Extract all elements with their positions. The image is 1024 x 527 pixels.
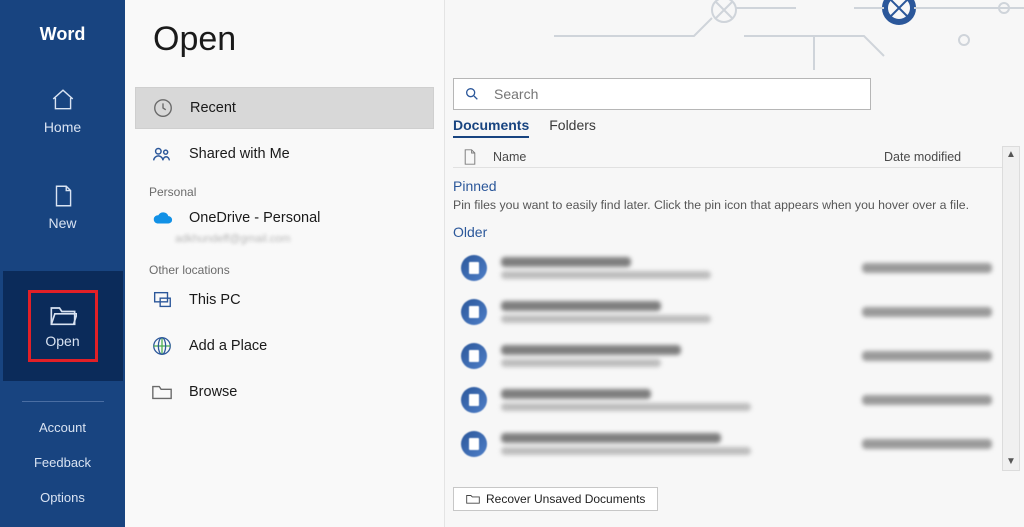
nav-open-selected[interactable]: Open <box>3 271 123 381</box>
word-doc-icon <box>461 343 487 369</box>
source-onedrive[interactable]: OneDrive - Personal <box>135 201 434 235</box>
section-older: Older <box>453 224 487 240</box>
folder-open-icon <box>49 303 77 327</box>
tab-documents[interactable]: Documents <box>453 114 529 138</box>
col-name[interactable]: Name <box>493 150 884 164</box>
nav-sidebar: Word Home New Open Account Feedback Opti… <box>0 0 125 527</box>
word-doc-icon <box>461 387 487 413</box>
recover-unsaved-button[interactable]: Recover Unsaved Documents <box>453 487 658 511</box>
scrollbar[interactable]: ▲ ▼ <box>1002 146 1020 471</box>
nav-home[interactable]: Home <box>0 75 125 145</box>
source-onedrive-label: OneDrive - Personal <box>189 210 320 226</box>
pinned-hint: Pin files you want to easily find later.… <box>453 198 969 212</box>
source-onedrive-sub: adkhundeff@gmail.com <box>175 233 444 253</box>
nav-open-label: Open <box>45 333 79 349</box>
file-row[interactable] <box>453 378 992 422</box>
clock-icon <box>150 95 176 121</box>
word-doc-icon <box>461 255 487 281</box>
source-shared[interactable]: Shared with Me <box>135 133 434 175</box>
tab-folders[interactable]: Folders <box>549 114 596 138</box>
nav-open-highlight: Open <box>28 290 98 362</box>
group-personal: Personal <box>135 181 444 201</box>
nav-new[interactable]: New <box>0 171 125 241</box>
source-add-place[interactable]: Add a Place <box>135 325 434 367</box>
app-brand: Word <box>40 24 86 45</box>
pc-icon <box>149 287 175 313</box>
scroll-down-icon[interactable]: ▼ <box>1003 454 1019 470</box>
file-row[interactable] <box>453 334 992 378</box>
nav-divider <box>22 401 104 402</box>
scroll-up-icon[interactable]: ▲ <box>1003 147 1019 163</box>
folder-recover-icon <box>466 493 480 505</box>
nav-feedback[interactable]: Feedback <box>0 445 125 480</box>
doc-icon <box>463 149 477 165</box>
search-box[interactable] <box>453 78 871 110</box>
search-icon <box>464 86 480 102</box>
add-place-icon <box>149 333 175 359</box>
nav-home-label: Home <box>44 119 81 135</box>
column-headers: Name Date modified <box>453 146 1004 168</box>
source-browse-label: Browse <box>189 384 237 400</box>
col-date[interactable]: Date modified <box>884 150 1004 164</box>
word-doc-icon <box>461 299 487 325</box>
folder-icon <box>149 379 175 405</box>
source-this-pc[interactable]: This PC <box>135 279 434 321</box>
page-title: Open <box>153 20 444 59</box>
people-icon <box>149 141 175 167</box>
file-list <box>453 246 992 466</box>
main-panel: Documents Folders Name Date modified Pin… <box>445 0 1024 527</box>
file-row[interactable] <box>453 422 992 466</box>
source-this-pc-label: This PC <box>189 292 241 308</box>
nav-options[interactable]: Options <box>0 480 125 515</box>
nav-new-label: New <box>48 215 76 231</box>
word-doc-icon <box>461 431 487 457</box>
source-add-place-label: Add a Place <box>189 338 267 354</box>
file-row[interactable] <box>453 290 992 334</box>
search-input[interactable] <box>492 85 860 103</box>
source-shared-label: Shared with Me <box>189 146 290 162</box>
source-recent-label: Recent <box>190 100 236 116</box>
source-browse[interactable]: Browse <box>135 371 434 413</box>
source-recent[interactable]: Recent <box>135 87 434 129</box>
file-row[interactable] <box>453 246 992 290</box>
home-icon <box>50 87 76 113</box>
group-other: Other locations <box>135 259 444 279</box>
nav-account[interactable]: Account <box>0 410 125 445</box>
new-doc-icon <box>50 183 76 209</box>
section-pinned: Pinned <box>453 178 497 194</box>
recover-label: Recover Unsaved Documents <box>486 492 645 506</box>
sources-panel: Open Recent Shared with Me Personal OneD… <box>125 0 445 527</box>
cloud-icon <box>149 205 175 231</box>
